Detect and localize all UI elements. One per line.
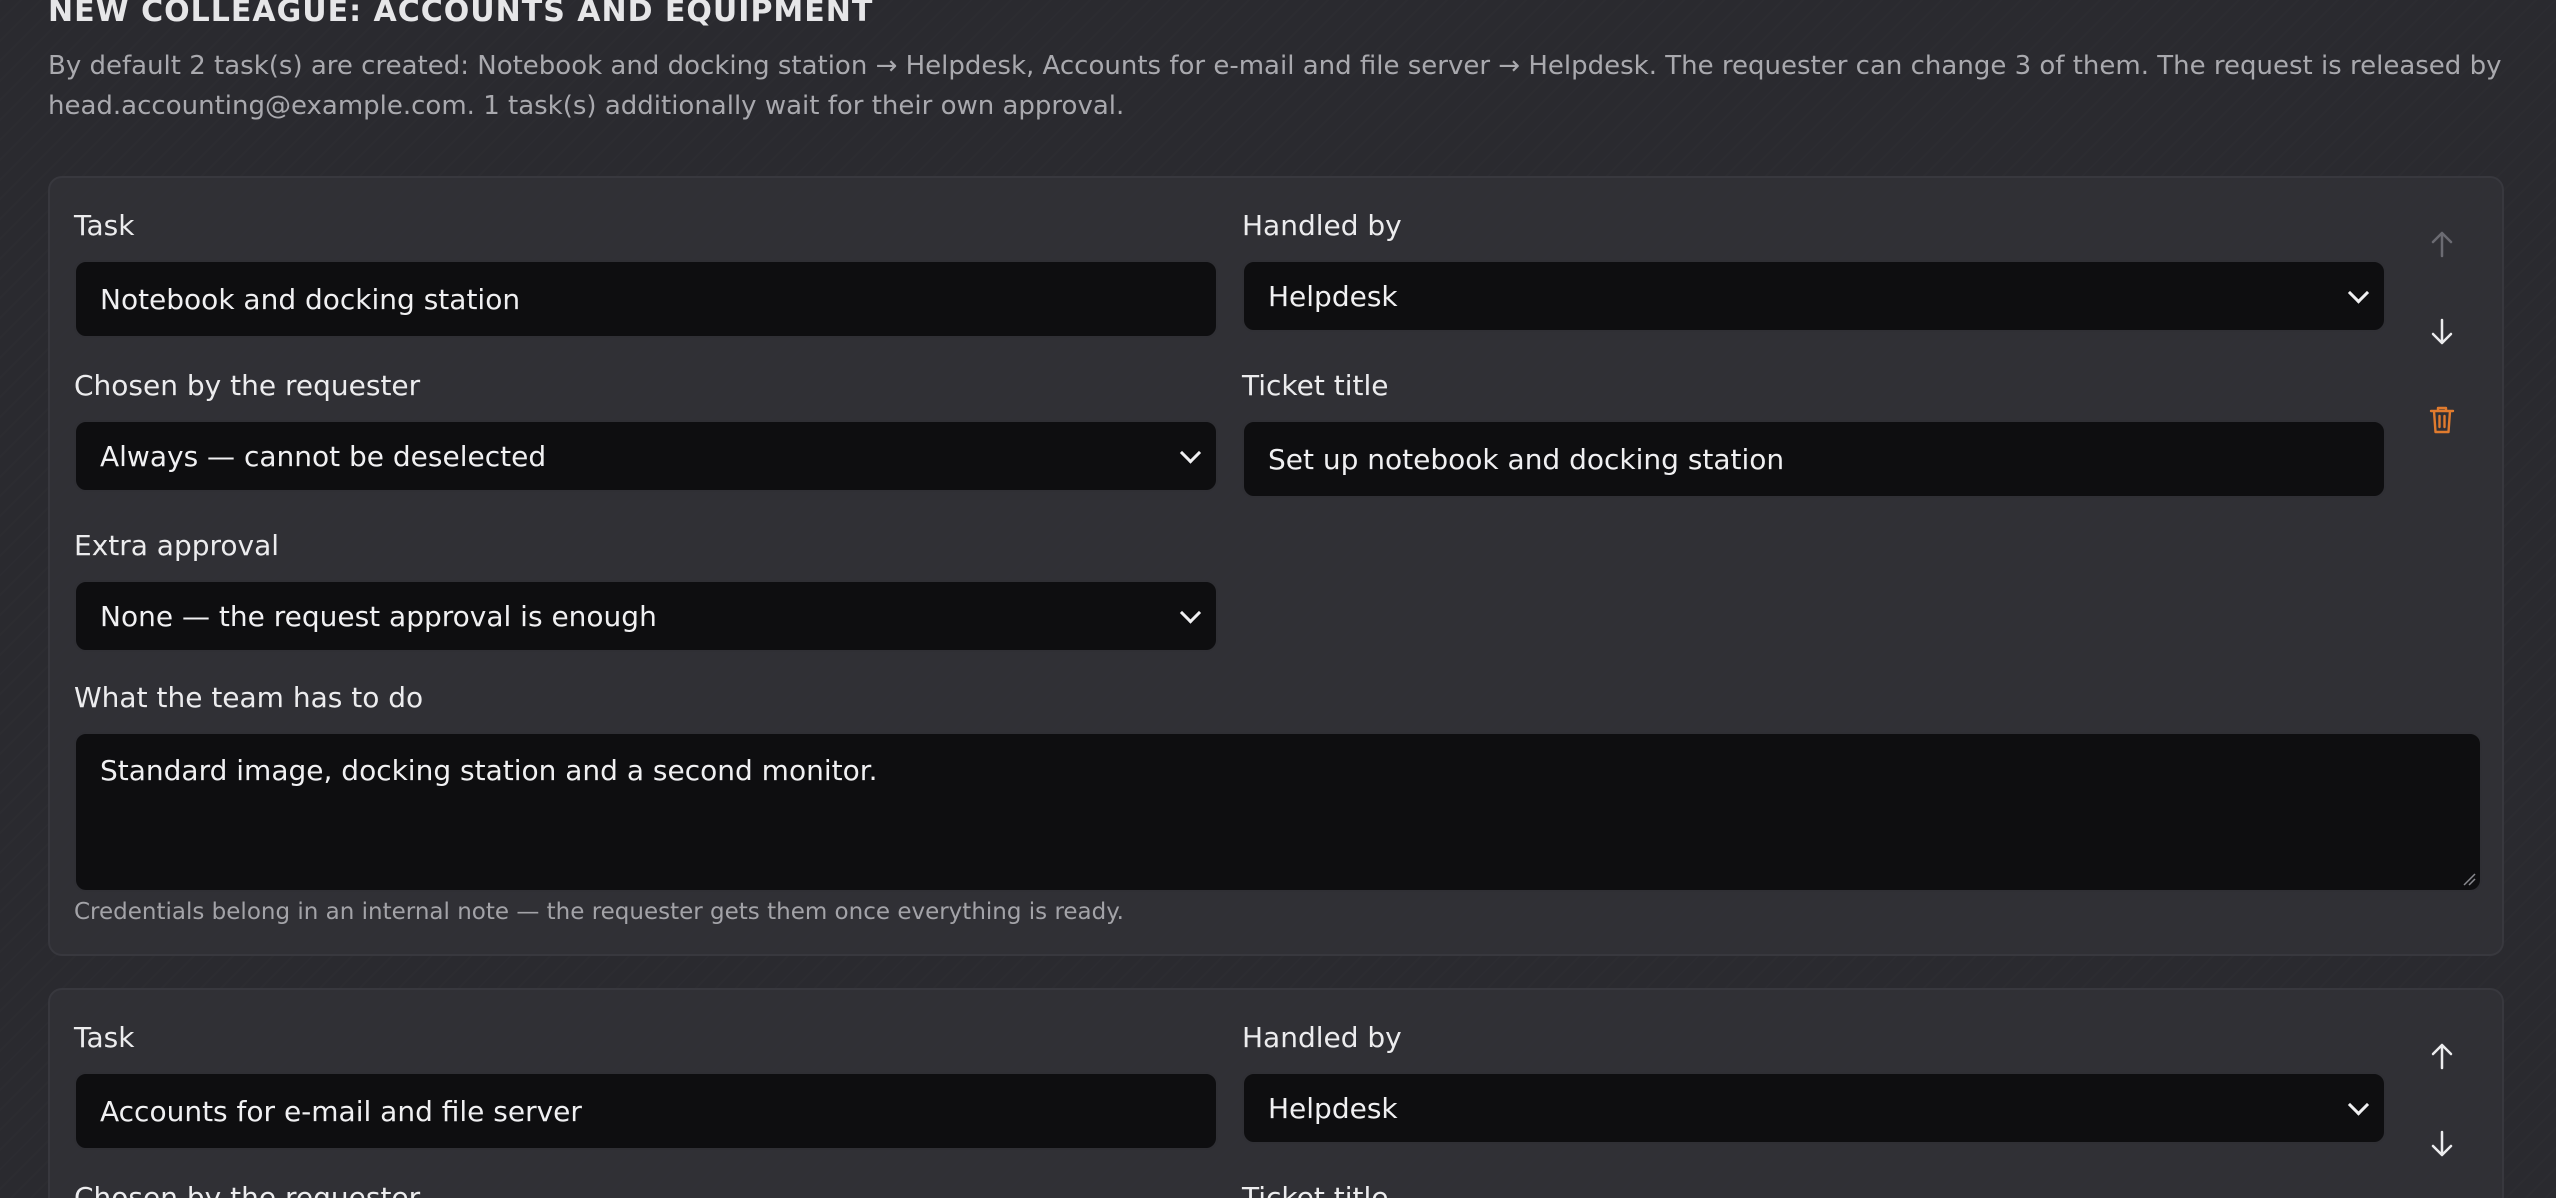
handled-by-select[interactable]: Helpdesk [1242, 1072, 2386, 1144]
task-name-input[interactable]: Accounts for e-mail and file server [74, 1072, 1218, 1150]
task-label: Task [74, 1021, 135, 1054]
chevron-down-icon [1179, 442, 1202, 464]
move-down-button[interactable] [2422, 1124, 2462, 1164]
move-down-button[interactable] [2422, 312, 2462, 352]
resize-grip-icon[interactable] [2462, 872, 2476, 886]
handled-by-value: Helpdesk [1268, 1091, 1398, 1125]
chevron-down-icon [2347, 282, 2370, 304]
ticket-title-label: Ticket title [1242, 1181, 1389, 1198]
move-up-button[interactable] [2422, 1036, 2462, 1076]
handled-by-label: Handled by [1242, 209, 1402, 242]
page-title: NEW COLLEAGUE: ACCOUNTS AND EQUIPMENT [48, 0, 874, 29]
what-team-does-label: What the team has to do [74, 681, 424, 714]
task-card-2: Task Accounts for e-mail and file server… [48, 988, 2504, 1198]
extra-approval-select[interactable]: None — the request approval is enough [74, 580, 1218, 652]
chosen-by-requester-label: Chosen by the requester [74, 1181, 421, 1198]
move-up-button[interactable] [2422, 224, 2462, 264]
chosen-by-requester-label: Chosen by the requester [74, 369, 421, 402]
ticket-title-label: Ticket title [1242, 369, 1389, 402]
handled-by-value: Helpdesk [1268, 279, 1398, 313]
trash-icon [2429, 406, 2455, 434]
arrow-down-icon [2431, 318, 2453, 345]
what-team-does-value: Standard image, docking station and a se… [100, 754, 878, 787]
chosen-by-requester-value: Always — cannot be deselected [100, 439, 547, 473]
task-card-1: Task Notebook and docking station Handle… [48, 176, 2504, 956]
arrow-up-icon [2431, 231, 2453, 258]
delete-task-button[interactable] [2422, 400, 2462, 440]
handled-by-label: Handled by [1242, 1021, 1402, 1054]
chosen-by-requester-select[interactable]: Always — cannot be deselected [74, 420, 1218, 492]
chevron-down-icon [1179, 602, 1202, 624]
extra-approval-value: None — the request approval is enough [100, 599, 657, 633]
task-label: Task [74, 209, 135, 242]
arrow-down-icon [2431, 1130, 2453, 1157]
arrow-up-icon [2431, 1043, 2453, 1070]
extra-approval-label: Extra approval [74, 529, 280, 562]
ticket-title-input[interactable]: Set up notebook and docking station [1242, 420, 2386, 498]
chevron-down-icon [2347, 1094, 2370, 1116]
task-name-input[interactable]: Notebook and docking station [74, 260, 1218, 338]
handled-by-select[interactable]: Helpdesk [1242, 260, 2386, 332]
credentials-hint: Credentials belong in an internal note —… [74, 899, 1124, 925]
what-team-does-textarea[interactable]: Standard image, docking station and a se… [74, 732, 2482, 892]
request-summary: By default 2 task(s) are created: Notebo… [48, 51, 2502, 121]
